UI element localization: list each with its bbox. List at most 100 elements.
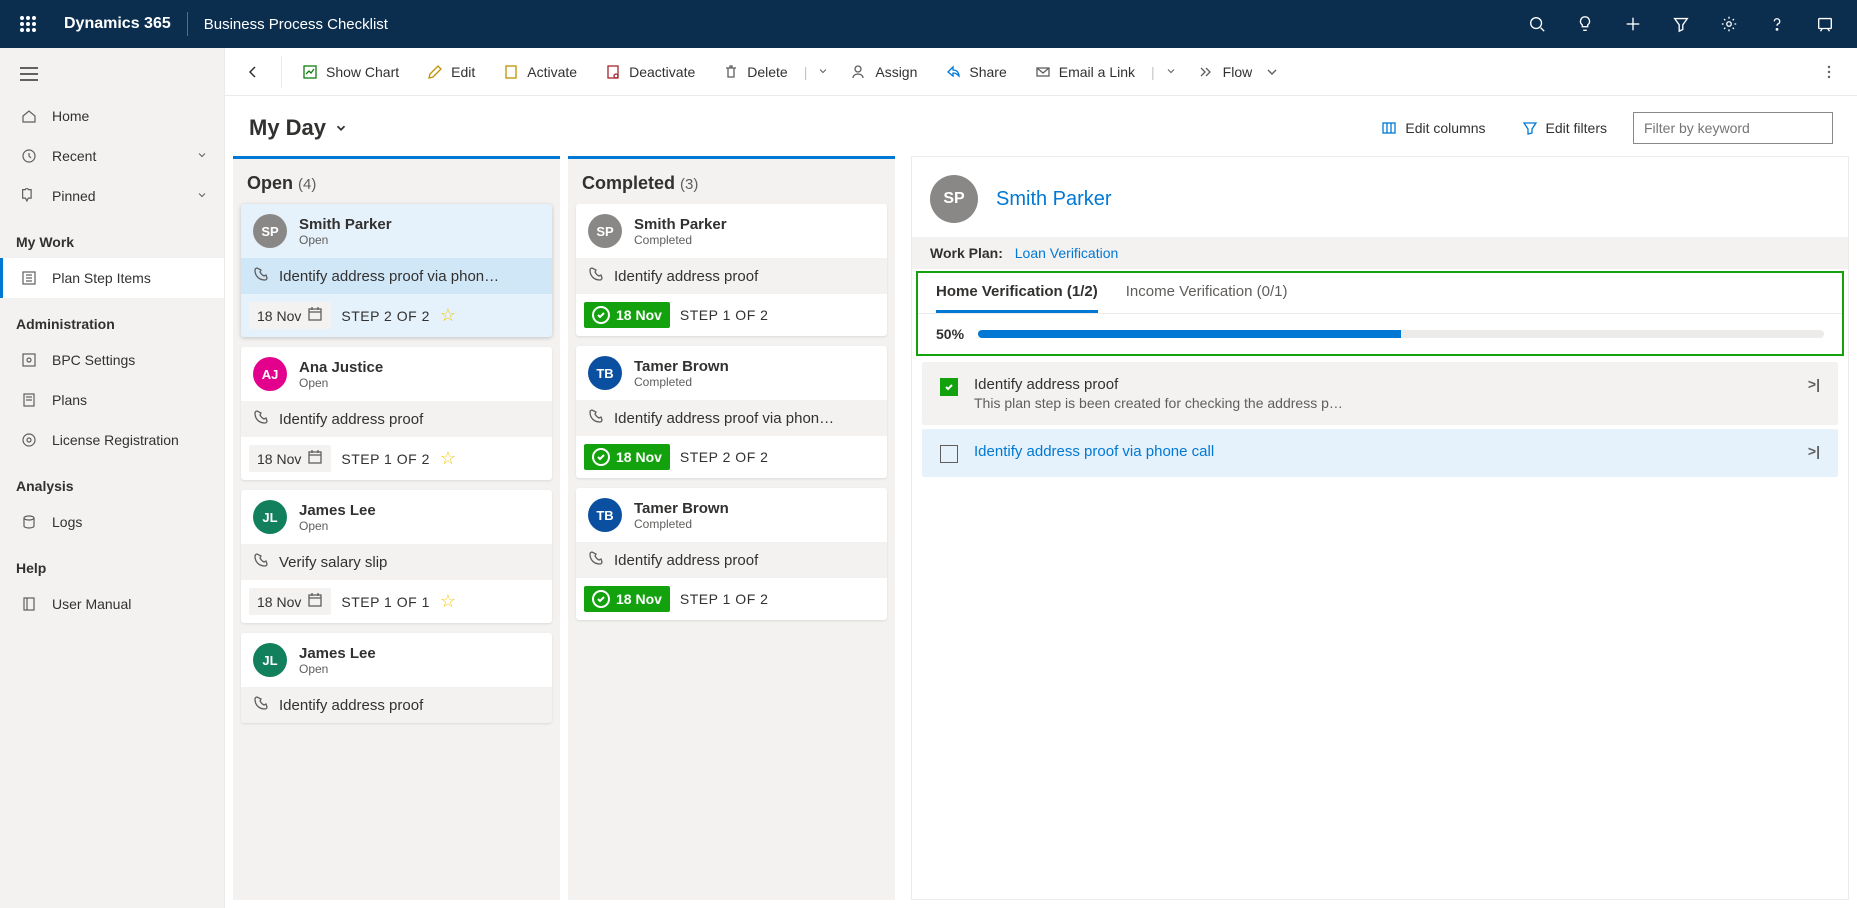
plan-step-item[interactable]: Identify address proof This plan step is … [922,362,1838,425]
nav-label: Plan Step Items [52,270,151,286]
cmd-share[interactable]: Share [933,54,1018,90]
plan-step-item[interactable]: Identify address proof via phone call >| [922,429,1838,477]
nav-license[interactable]: License Registration [0,420,224,460]
nav-label: License Registration [52,432,179,448]
nav-pinned[interactable]: Pinned [0,176,224,216]
nav-section-analysis: Analysis [0,460,224,502]
card-name: James Lee [299,645,376,662]
nav-label: User Manual [52,596,131,612]
card-avatar: AJ [253,357,287,391]
nav-recent[interactable]: Recent [0,136,224,176]
lightbulb-icon[interactable] [1561,0,1609,48]
workplan-row: Work Plan: Loan Verification [912,237,1848,269]
help-icon[interactable] [1753,0,1801,48]
card-step: STEP 1 OF 2 [680,307,769,323]
chevron-down-icon [196,188,208,204]
step-title: Identify address proof via phone call [974,443,1792,460]
nav-label: Home [52,108,89,124]
step-checkbox[interactable] [940,378,958,396]
assistant-icon[interactable] [1801,0,1849,48]
card-date-done: 18 Nov [584,586,670,612]
card-open[interactable]: JL James LeeOpen Identify address proof [241,633,552,723]
plans-icon [20,391,38,409]
global-header: Dynamics 365 Business Process Checklist [0,0,1857,48]
card-status: Completed [634,233,727,247]
card-open[interactable]: JL James LeeOpen Verify salary slip 18 N… [241,490,552,623]
edit-filters-button[interactable]: Edit filters [1512,114,1617,142]
nav-label: Recent [52,148,96,164]
card-avatar: SP [253,214,287,248]
search-icon[interactable] [1513,0,1561,48]
tab-income-verification[interactable]: Income Verification (0/1) [1126,283,1288,313]
card-step: STEP 2 OF 2 [680,449,769,465]
workplan-link[interactable]: Loan Verification [1015,245,1119,261]
cmd-delete-dropdown[interactable] [811,64,835,80]
card-date: 18 Nov [249,588,331,615]
cmd-more-icon[interactable] [1809,54,1849,90]
card-open[interactable]: AJ Ana JusticeOpen Identify address proo… [241,347,552,480]
database-icon [20,513,38,531]
brand-label[interactable]: Dynamics 365 [48,15,187,33]
card-date: 18 Nov [249,302,331,329]
card-completed[interactable]: SP Smith ParkerCompleted Identify addres… [576,204,887,336]
cmd-activate[interactable]: Activate [491,54,589,90]
card-name: Smith Parker [299,216,392,233]
nav-label: Pinned [52,188,96,204]
card-open[interactable]: SP Smith ParkerOpen Identify address pro… [241,204,552,337]
filter-icon[interactable] [1657,0,1705,48]
book-icon [20,595,38,613]
card-completed[interactable]: TB Tamer BrownCompleted Identify address… [576,488,887,620]
card-task: Identify address proof via phon… [241,258,552,294]
step-title: Identify address proof [974,376,1792,393]
cmd-flow[interactable]: Flow [1187,54,1293,90]
hamburger-icon[interactable] [0,52,224,96]
step-desc: This plan step is been created for check… [974,395,1792,411]
star-icon: ☆ [440,591,456,612]
nav-logs[interactable]: Logs [0,502,224,542]
app-name[interactable]: Business Process Checklist [188,16,404,33]
cmd-deactivate[interactable]: Deactivate [593,54,707,90]
calendar-icon [307,449,323,468]
phone-icon [588,408,604,428]
nav-bpc-settings[interactable]: BPC Settings [0,340,224,380]
check-circle-icon [592,306,610,324]
nav-plans[interactable]: Plans [0,380,224,420]
card-status: Completed [634,517,729,531]
settings-icon[interactable] [1705,0,1753,48]
progress-percent: 50% [936,326,964,342]
expand-icon[interactable]: >| [1808,443,1820,459]
nav-manual[interactable]: User Manual [0,584,224,624]
cmd-show-chart[interactable]: Show Chart [290,54,411,90]
pin-icon [20,187,38,205]
card-completed[interactable]: TB Tamer BrownCompleted Identify address… [576,346,887,478]
cmd-delete[interactable]: Delete [711,54,799,90]
main-area: Show Chart Edit Activate Deactivate Dele… [225,48,1857,908]
nav-section-admin: Administration [0,298,224,340]
edit-columns-button[interactable]: Edit columns [1371,114,1495,142]
expand-icon[interactable]: >| [1808,376,1820,392]
phone-icon [253,409,269,429]
add-icon[interactable] [1609,0,1657,48]
tab-home-verification[interactable]: Home Verification (1/2) [936,283,1098,313]
app-launcher-icon[interactable] [8,0,48,48]
nav-planstep[interactable]: Plan Step Items [0,258,224,298]
cmd-edit[interactable]: Edit [415,54,487,90]
detail-name[interactable]: Smith Parker [996,188,1112,211]
view-selector[interactable]: My Day [249,115,348,141]
column-title: Completed (3) [576,167,887,204]
filter-keyword-input[interactable] [1633,112,1833,144]
cmd-email-dropdown[interactable] [1159,64,1183,80]
cmd-assign[interactable]: Assign [839,54,929,90]
cmd-email-link[interactable]: Email a Link [1023,54,1147,90]
column-completed: Completed (3) SP Smith ParkerCompleted I… [568,156,895,900]
progress-bar [978,330,1824,338]
list-icon [20,269,38,287]
card-date-done: 18 Nov [584,302,670,328]
nav-home[interactable]: Home [0,96,224,136]
kanban-board: Open (4) SP Smith ParkerOpen Identify ad… [225,156,1857,908]
clock-icon [20,147,38,165]
back-button[interactable] [233,52,273,92]
phone-icon [253,552,269,572]
card-step: STEP 1 OF 1 [341,594,430,610]
step-checkbox[interactable] [940,445,958,463]
